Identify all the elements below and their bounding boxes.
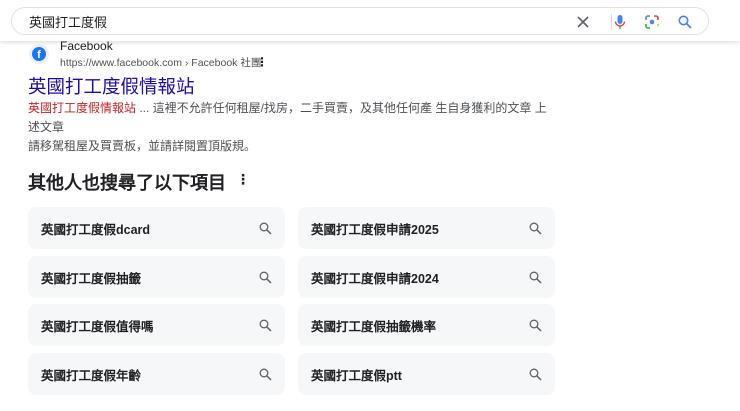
related-search-chip[interactable]: 英國打工度假dcard [28, 207, 285, 249]
search-icon [529, 222, 542, 235]
result-url[interactable]: https://www.facebook.com › Facebook 社團 [60, 55, 261, 70]
search-icon [529, 368, 542, 381]
more-options-icon[interactable]: ⋮ [256, 55, 268, 69]
related-search-chip[interactable]: 英國打工度假值得嗎 [28, 304, 285, 346]
related-search-label: 英國打工度假抽籤 [41, 271, 142, 286]
related-search-chip[interactable]: 英國打工度假年齡 [28, 353, 285, 395]
search-icon [529, 271, 542, 284]
related-search-label: 英國打工度假值得嗎 [41, 319, 154, 334]
related-search-label: 英國打工度假年齡 [41, 368, 142, 383]
search-icon [529, 319, 542, 332]
result-site-name: Facebook [60, 39, 113, 53]
related-search-chip[interactable]: 英國打工度假ptt [298, 353, 555, 395]
related-search-label: 英國打工度假申請2025 [311, 222, 439, 237]
result-snippet: 英國打工度假情報站 ... 這裡不允許任何租屋/找房，二手買賣，及其他任何產 生… [28, 99, 558, 156]
search-header: 英國打工度假 [0, 0, 740, 41]
facebook-favicon: f [29, 44, 49, 64]
search-icon [259, 222, 272, 235]
search-icon [259, 368, 272, 381]
related-searches-heading: 其他人也搜尋了以下項目 [28, 173, 226, 193]
related-search-chip[interactable]: 英國打工度假抽籤機率 [298, 304, 555, 346]
snippet-text-2: 請移駕租屋及買賣板，並請詳閱置頂版規。 [28, 139, 257, 153]
related-search-label: 英國打工度假抽籤機率 [311, 319, 437, 334]
result-title-link[interactable]: 英國打工度假情報站 [28, 73, 195, 99]
snippet-highlight: 英國打工度假情報站 [28, 101, 137, 115]
related-search-label: 英國打工度假ptt [311, 368, 402, 383]
search-icon[interactable] [677, 14, 693, 30]
search-icon [259, 319, 272, 332]
related-search-chip[interactable]: 英國打工度假申請2025 [298, 207, 555, 249]
search-box[interactable]: 英國打工度假 [11, 7, 709, 35]
related-search-chip[interactable]: 英國打工度假抽籤 [28, 256, 285, 298]
search-icon [259, 271, 272, 284]
microphone-icon[interactable] [612, 14, 628, 30]
related-search-label: 英國打工度假dcard [41, 222, 151, 237]
related-search-chip[interactable]: 英國打工度假申請2024 [298, 256, 555, 298]
camera-lens-icon[interactable] [644, 14, 660, 30]
related-search-label: 英國打工度假申請2024 [311, 271, 439, 286]
related-more-options-icon[interactable]: ⋮ [236, 171, 250, 188]
search-input[interactable]: 英國打工度假 [29, 12, 708, 31]
clear-icon[interactable] [575, 14, 591, 30]
